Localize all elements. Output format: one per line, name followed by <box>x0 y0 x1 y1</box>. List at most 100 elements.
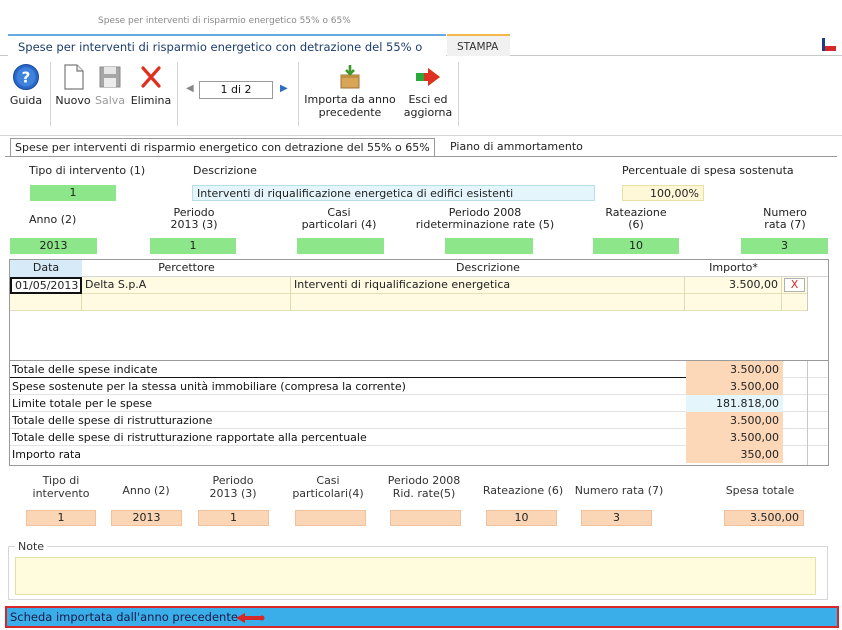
summary-spesa-label: Spesa totale <box>725 484 795 497</box>
table-header: Data Percettore Descrizione Importo* <box>10 260 828 277</box>
summary-rid-field[interactable] <box>390 510 461 526</box>
arrow-left-icon <box>236 613 265 623</box>
esci-label-2: aggiorna <box>403 106 453 119</box>
total-row: Limite totale per le spese 181.818,00 <box>10 395 828 412</box>
casi-label-2: particolari (4) <box>301 218 377 231</box>
summary-anno-field[interactable]: 2013 <box>111 510 182 526</box>
casi-label: Casi particolari (4) <box>294 207 384 231</box>
exit-arrow-icon <box>416 68 440 86</box>
cell-data[interactable]: 01/05/2013 <box>10 277 82 294</box>
nuovo-button[interactable]: Nuovo <box>54 56 92 128</box>
casi-field[interactable] <box>297 238 384 254</box>
toolbar: ? Guida Nuovo Salva Elimina ◀ 1 di 2 ▶ I… <box>0 56 842 136</box>
inner-tab-spese[interactable]: Spese per interventi di risparmio energe… <box>10 138 435 157</box>
rideterminazione-label: Periodo 2008 rideterminazione rate (5) <box>410 207 560 231</box>
numero-label-2: rata (7) <box>764 218 806 231</box>
elimina-button[interactable]: Elimina <box>130 56 172 128</box>
total-label: Totale delle spese di ristrutturazione <box>12 414 213 427</box>
flag-icon[interactable] <box>822 38 836 51</box>
total-value: 3.500,00 <box>686 429 783 446</box>
total-value: 3.500,00 <box>686 412 783 429</box>
cell-descrizione-empty[interactable] <box>291 294 685 311</box>
header-percettore[interactable]: Percettore <box>82 260 291 277</box>
salva-button[interactable]: Salva <box>93 56 127 128</box>
expenses-table: Data Percettore Descrizione Importo* 01/… <box>9 259 829 361</box>
total-label: Limite totale per le spese <box>12 397 153 410</box>
summary-casi-label: Casi particolari(4) <box>288 474 368 500</box>
total-value: 181.818,00 <box>686 395 783 412</box>
cell-importo[interactable]: 3.500,00 <box>685 277 782 294</box>
status-bar: Scheda importata dall'anno precedente <box>5 606 839 628</box>
total-label: Totale delle spese indicate <box>12 363 158 376</box>
notes-label: Note <box>15 540 48 553</box>
header-descrizione[interactable]: Descrizione <box>291 260 685 277</box>
notes-textarea[interactable] <box>15 557 816 595</box>
tab-main-form[interactable]: Spese per interventi di risparmio energe… <box>8 34 446 76</box>
total-row: Importo rata 350,00 <box>10 446 828 463</box>
cell-descrizione[interactable]: Interventi di riqualificazione energetic… <box>291 277 685 294</box>
app-title: Spese per interventi di risparmio energe… <box>98 16 351 26</box>
importa-label-1: Importa da anno <box>304 93 396 106</box>
numero-rata-field[interactable]: 3 <box>741 238 828 254</box>
summary-periodo-label-2: 2013 (3) <box>209 487 257 500</box>
summary-rateazione-label: Rateazione (6) <box>482 484 564 497</box>
descrizione-label: Descrizione <box>193 164 257 177</box>
totals-table: Totale delle spese indicate 3.500,00 Spe… <box>9 361 829 466</box>
importa-button[interactable]: Importa da anno precedente <box>302 56 398 128</box>
percentuale-label: Percentuale di spesa sostenuta <box>622 164 794 177</box>
rateazione-field[interactable]: 10 <box>593 238 679 254</box>
summary-periodo-field[interactable]: 1 <box>198 510 269 526</box>
svg-text:?: ? <box>22 69 31 87</box>
cell-data-empty[interactable] <box>10 294 82 311</box>
tipo-intervento-field[interactable]: 1 <box>30 185 116 201</box>
inner-tab-piano-ammortamento[interactable]: Piano di ammortamento <box>450 138 583 157</box>
delete-row-button[interactable]: X <box>784 278 805 292</box>
total-value: 3.500,00 <box>686 361 783 378</box>
total-label: Importo rata <box>12 448 82 461</box>
toolbar-separator <box>177 62 178 126</box>
rideterminazione-field[interactable] <box>445 238 533 254</box>
total-row: Totale delle spese di ristrutturazione r… <box>10 429 828 446</box>
total-row: Totale delle spese di ristrutturazione 3… <box>10 412 828 429</box>
summary-tipo-label: Tipo di intervento <box>28 474 94 500</box>
pager-next-arrow-icon[interactable]: ▶ <box>280 83 288 94</box>
top-tab-bar: Spese per interventi di risparmio energe… <box>0 34 842 76</box>
table-row-empty[interactable] <box>10 294 807 311</box>
elimina-label: Elimina <box>130 94 172 107</box>
descrizione-field[interactable]: Interventi di riqualificazione energetic… <box>192 185 595 201</box>
toolbar-separator <box>298 62 299 126</box>
total-label: Totale delle spese di ristrutturazione r… <box>12 431 367 444</box>
cell-importo-empty[interactable] <box>685 294 782 311</box>
help-icon: ? <box>13 64 39 90</box>
cell-percettore[interactable]: Delta S.p.A <box>82 277 291 294</box>
summary-casi-field[interactable] <box>295 510 366 526</box>
header-data[interactable]: Data <box>10 260 82 277</box>
table-row[interactable]: 01/05/2013 Delta S.p.A Interventi di riq… <box>10 277 807 294</box>
header-importo[interactable]: Importo* <box>685 260 782 277</box>
summary-tipo-label-2: intervento <box>32 487 90 500</box>
summary-numero-label: Numero rata (7) <box>574 484 664 497</box>
anno-field[interactable]: 2013 <box>10 238 97 254</box>
summary-rid-label-1: Periodo 2008 <box>387 474 461 487</box>
anno-label: Anno (2) <box>29 213 77 226</box>
pager-input[interactable]: 1 di 2 <box>199 81 273 99</box>
summary-rateazione-field[interactable]: 10 <box>486 510 557 526</box>
pager-prev-arrow-icon[interactable]: ◀ <box>186 83 194 94</box>
guida-button[interactable]: ? Guida <box>6 56 46 128</box>
summary-spesa-field[interactable]: 3.500,00 <box>724 510 804 526</box>
summary-numero-field[interactable]: 3 <box>581 510 652 526</box>
summary-rid-label-2: Rid. rate(5) <box>392 487 456 500</box>
periodo-field[interactable]: 1 <box>150 238 236 254</box>
summary-tipo-field[interactable]: 1 <box>26 510 96 526</box>
summary-anno-label: Anno (2) <box>122 484 170 497</box>
rateazione-label: Rateazione (6) <box>596 207 676 231</box>
total-label: Spese sostenute per la stessa unità immo… <box>12 380 406 393</box>
tab-stampa[interactable]: STAMPA <box>447 34 510 56</box>
total-row: Totale delle spese indicate 3.500,00 <box>10 361 828 378</box>
esci-aggiorna-button[interactable]: Esci ed aggiorna <box>400 56 456 128</box>
cell-percettore-empty[interactable] <box>82 294 291 311</box>
numero-rata-label: Numero rata (7) <box>752 207 818 231</box>
total-row: Spese sostenute per la stessa unità immo… <box>10 378 828 395</box>
percentuale-field[interactable]: 100,00% <box>622 185 704 201</box>
summary-casi-label-1: Casi <box>316 474 340 487</box>
